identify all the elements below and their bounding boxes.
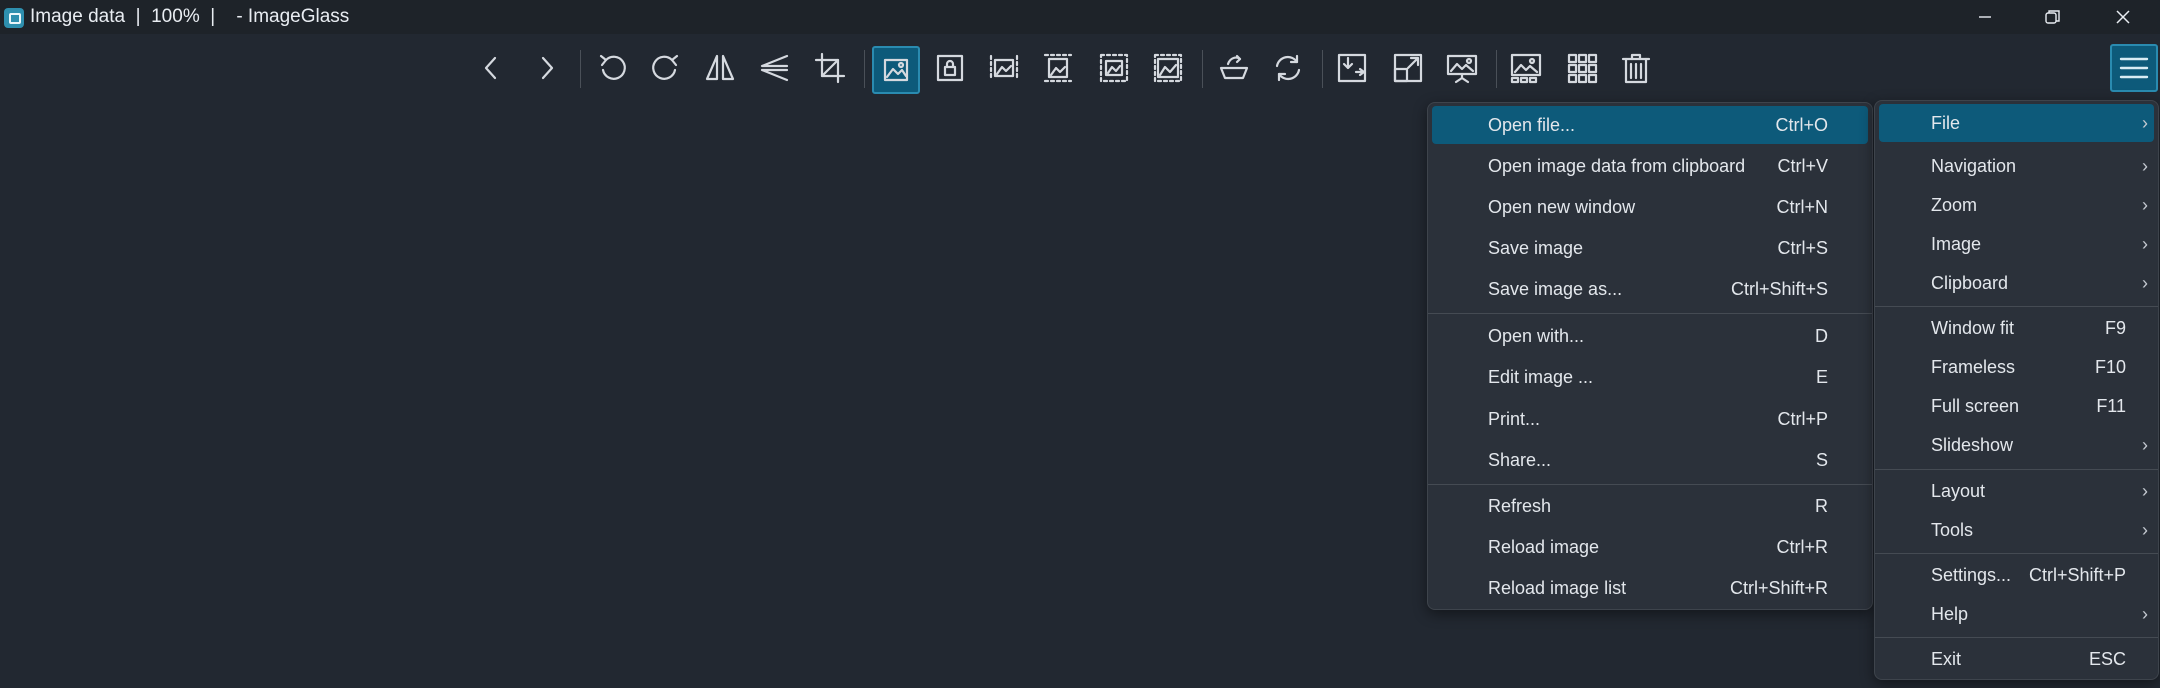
- toolbar: [0, 36, 2160, 96]
- app-logo-icon: [4, 8, 24, 28]
- flip-horizontal-icon: [705, 54, 735, 81]
- fit-window-button[interactable]: [1330, 46, 1374, 90]
- main-menu-button[interactable]: [2110, 44, 2158, 92]
- main-menu-item-window-fit[interactable]: Window fit F9: [1879, 309, 2154, 347]
- chevron-right-icon: ›: [2142, 519, 2148, 540]
- menu-item-open-with[interactable]: Open with... D: [1432, 317, 1868, 355]
- main-menu-item-image[interactable]: Image ›: [1879, 225, 2154, 263]
- menu-item-open-clipboard[interactable]: Open image data from clipboard Ctrl+V: [1432, 147, 1868, 185]
- scale-fill-icon: [1153, 53, 1183, 83]
- scale-to-height-button[interactable]: [1036, 46, 1080, 90]
- chevron-right-icon: ›: [2142, 194, 2148, 215]
- refresh-button[interactable]: [1266, 46, 1310, 90]
- chevron-right-icon: ›: [2142, 434, 2148, 455]
- rotate-right-icon: [652, 54, 679, 80]
- gallery-button[interactable]: [1504, 46, 1548, 90]
- file-submenu: Open file... Ctrl+O Open image data from …: [1427, 102, 1873, 610]
- rotate-left-button[interactable]: [590, 46, 634, 90]
- auto-zoom-button[interactable]: [872, 46, 920, 94]
- scale-to-width-button[interactable]: [982, 46, 1026, 90]
- main-menu-item-navigation[interactable]: Navigation ›: [1879, 147, 2154, 185]
- grid-icon: [1567, 53, 1598, 84]
- main-menu-item-full-screen[interactable]: Full screen F11: [1879, 387, 2154, 425]
- lock-zoom-button[interactable]: [928, 46, 972, 90]
- main-menu: File › Navigation › Zoom › Image › Clipboard…: [1874, 100, 2159, 680]
- chevron-left-icon: [484, 56, 497, 80]
- flip-vertical-icon: [760, 54, 789, 82]
- delete-button[interactable]: [1614, 46, 1658, 90]
- main-menu-item-frameless[interactable]: Frameless F10: [1879, 348, 2154, 386]
- slideshow-button[interactable]: [1440, 46, 1484, 90]
- rotate-right-button[interactable]: [644, 46, 688, 90]
- refresh-icon: [1275, 54, 1301, 82]
- menu-item-refresh[interactable]: Refresh R: [1432, 487, 1868, 525]
- open-with-button[interactable]: [1212, 46, 1256, 90]
- crop-icon: [814, 52, 846, 84]
- chevron-right-icon: ›: [2142, 112, 2148, 133]
- hamburger-menu-icon: [2119, 57, 2149, 79]
- menu-item-open-new-window[interactable]: Open new window Ctrl+N: [1432, 188, 1868, 226]
- next-button[interactable]: [524, 46, 568, 90]
- main-menu-item-help[interactable]: Help ›: [1879, 595, 2154, 633]
- restore-icon: [2045, 10, 2060, 24]
- chevron-right-icon: ›: [2142, 233, 2148, 254]
- chevron-right-icon: ›: [2142, 480, 2148, 501]
- main-menu-item-zoom[interactable]: Zoom ›: [1879, 186, 2154, 224]
- scale-fit-icon: [1099, 53, 1129, 83]
- menu-item-save-image-as[interactable]: Save image as... Ctrl+Shift+S: [1432, 270, 1868, 308]
- gallery-icon: [1510, 53, 1542, 84]
- chevron-right-icon: ›: [2142, 603, 2148, 624]
- flip-vertical-button[interactable]: [752, 46, 796, 90]
- window-fit-icon: [1337, 53, 1367, 83]
- menu-item-reload-image-list[interactable]: Reload image list Ctrl+Shift+R: [1432, 569, 1868, 607]
- menu-item-share[interactable]: Share... S: [1432, 441, 1868, 479]
- main-menu-item-layout[interactable]: Layout ›: [1879, 472, 2154, 510]
- scale-to-fit-button[interactable]: [1092, 46, 1136, 90]
- window-title: Image data | 100% | - ImageGlass: [30, 6, 350, 27]
- scale-to-fill-button[interactable]: [1146, 46, 1190, 90]
- title-bar: Image data | 100% | - ImageGlass: [0, 0, 2160, 34]
- minimize-button[interactable]: [1950, 0, 2020, 34]
- image-zoom-icon: [883, 58, 909, 82]
- chevron-right-icon: [541, 56, 554, 80]
- minimize-icon: [1979, 16, 1991, 18]
- menu-item-reload-image[interactable]: Reload image Ctrl+R: [1432, 528, 1868, 566]
- lock-icon: [936, 54, 964, 82]
- rotate-left-icon: [599, 54, 626, 80]
- menu-item-save-image[interactable]: Save image Ctrl+S: [1432, 229, 1868, 267]
- main-menu-item-tools[interactable]: Tools ›: [1879, 511, 2154, 549]
- crop-button[interactable]: [808, 46, 852, 90]
- main-menu-item-settings[interactable]: Settings... Ctrl+Shift+P: [1879, 556, 2154, 594]
- chevron-right-icon: ›: [2142, 272, 2148, 293]
- fullscreen-icon: [1393, 53, 1423, 83]
- full-screen-button[interactable]: [1386, 46, 1430, 90]
- menu-item-edit-image[interactable]: Edit image ... E: [1432, 358, 1868, 396]
- maximize-button[interactable]: [2018, 0, 2088, 34]
- trash-icon: [1621, 53, 1651, 84]
- chevron-right-icon: ›: [2142, 155, 2148, 176]
- main-menu-item-slideshow[interactable]: Slideshow ›: [1879, 426, 2154, 464]
- thumbnail-grid-button[interactable]: [1560, 46, 1604, 90]
- open-with-icon: [1219, 54, 1249, 80]
- menu-item-print[interactable]: Print... Ctrl+P: [1432, 400, 1868, 438]
- scale-width-icon: [989, 54, 1019, 82]
- slideshow-icon: [1446, 54, 1478, 84]
- main-menu-item-exit[interactable]: Exit ESC: [1879, 640, 2154, 678]
- close-icon: [2116, 10, 2130, 24]
- flip-horizontal-button[interactable]: [698, 46, 742, 90]
- close-button[interactable]: [2088, 0, 2158, 34]
- menu-item-open-file[interactable]: Open file... Ctrl+O: [1432, 106, 1868, 144]
- main-menu-item-clipboard[interactable]: Clipboard ›: [1879, 264, 2154, 302]
- previous-button[interactable]: [470, 46, 514, 90]
- main-menu-item-file[interactable]: File ›: [1879, 104, 2154, 142]
- scale-height-icon: [1043, 53, 1073, 83]
